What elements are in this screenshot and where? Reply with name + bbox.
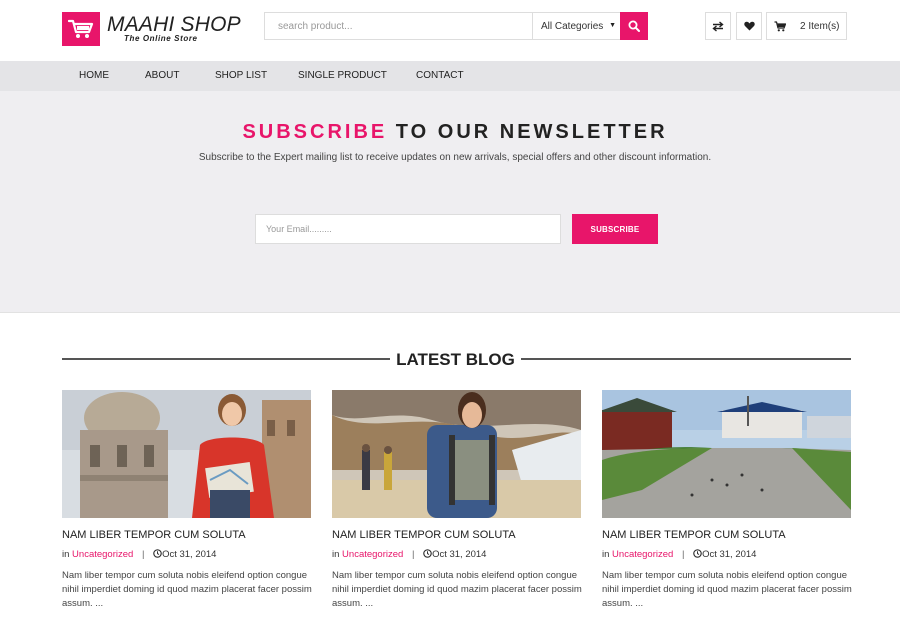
- newsletter-title-accent: SUBSCRIBE: [242, 121, 388, 143]
- blog-post-image[interactable]: [62, 390, 311, 518]
- blog-post-image[interactable]: [332, 390, 581, 518]
- blog-post-meta: in Uncategorized | Oct 31, 2014: [602, 549, 756, 560]
- heart-icon: [743, 21, 755, 31]
- nav-item-single-product[interactable]: SINGLE PRODUCT: [298, 70, 387, 81]
- cart-count-label: 2 Item(s): [800, 20, 840, 32]
- post-category-link[interactable]: Uncategorized: [72, 549, 133, 560]
- nav-item-home[interactable]: HOME: [79, 70, 109, 81]
- wishlist-button[interactable]: [736, 12, 762, 40]
- post-in-label: in: [602, 549, 610, 560]
- blog-post-title[interactable]: NAM LIBER TEMPOR CUM SOLUTA: [332, 529, 516, 541]
- logo-subtitle: The Online Store: [124, 34, 198, 43]
- clock-icon: [153, 549, 162, 558]
- compare-button[interactable]: [705, 12, 731, 40]
- main-nav: HOME ABOUT SHOP LIST SINGLE PRODUCT CONT…: [0, 61, 900, 91]
- meta-separator: |: [141, 549, 145, 560]
- latest-blog-heading: LATEST BLOG: [396, 350, 515, 369]
- nav-item-contact[interactable]: CONTACT: [416, 70, 464, 81]
- meta-separator: |: [411, 549, 415, 560]
- heading-divider-right: [521, 358, 851, 360]
- nav-item-shop-list[interactable]: SHOP LIST: [215, 70, 267, 81]
- category-select[interactable]: All Categories ▼: [532, 12, 621, 40]
- exchange-icon: [712, 20, 724, 32]
- post-in-label: in: [62, 549, 70, 560]
- meta-separator: |: [681, 549, 685, 560]
- clock-icon: [423, 549, 432, 558]
- clock-icon: [693, 549, 702, 558]
- newsletter-title: SUBSCRIBE TO OUR NEWSLETTER: [0, 121, 900, 144]
- post-category-link[interactable]: Uncategorized: [612, 549, 673, 560]
- heading-divider-left: [62, 358, 390, 360]
- blog-post-image[interactable]: [602, 390, 851, 518]
- post-date: Oct 31, 2014: [702, 549, 757, 560]
- caret-down-icon: ▼: [609, 22, 616, 29]
- blog-post-title[interactable]: NAM LIBER TEMPOR CUM SOLUTA: [62, 529, 246, 541]
- site-header: MAAHI SHOP The Online Store All Categori…: [0, 0, 900, 61]
- search-input[interactable]: [264, 12, 533, 40]
- post-date: Oct 31, 2014: [432, 549, 487, 560]
- post-category-link[interactable]: Uncategorized: [342, 549, 403, 560]
- blog-post-meta: in Uncategorized | Oct 31, 2014: [332, 549, 486, 560]
- cart-button[interactable]: 2 Item(s): [766, 12, 847, 40]
- subscribe-button[interactable]: SUBSCRIBE: [572, 214, 658, 244]
- search-button[interactable]: [620, 12, 648, 40]
- email-input[interactable]: [255, 214, 561, 244]
- blog-post-excerpt: Nam liber tempor cum soluta nobis eleife…: [62, 570, 312, 609]
- search-icon: [628, 20, 640, 32]
- blog-post-excerpt: Nam liber tempor cum soluta nobis eleife…: [602, 570, 852, 609]
- blog-post-meta: in Uncategorized | Oct 31, 2014: [62, 549, 216, 560]
- category-selected-label: All Categories: [541, 20, 604, 32]
- blog-post-title[interactable]: NAM LIBER TEMPOR CUM SOLUTA: [602, 529, 786, 541]
- logo-cart-icon[interactable]: [62, 12, 100, 46]
- newsletter-description: Subscribe to the Expert mailing list to …: [198, 152, 712, 163]
- post-in-label: in: [332, 549, 340, 560]
- nav-item-about[interactable]: ABOUT: [145, 70, 179, 81]
- newsletter-title-rest: TO OUR NEWSLETTER: [395, 121, 668, 143]
- post-date: Oct 31, 2014: [162, 549, 217, 560]
- newsletter-section: SUBSCRIBE TO OUR NEWSLETTER Subscribe to…: [0, 91, 900, 313]
- blog-post-excerpt: Nam liber tempor cum soluta nobis eleife…: [332, 570, 582, 609]
- cart-icon: [774, 20, 786, 31]
